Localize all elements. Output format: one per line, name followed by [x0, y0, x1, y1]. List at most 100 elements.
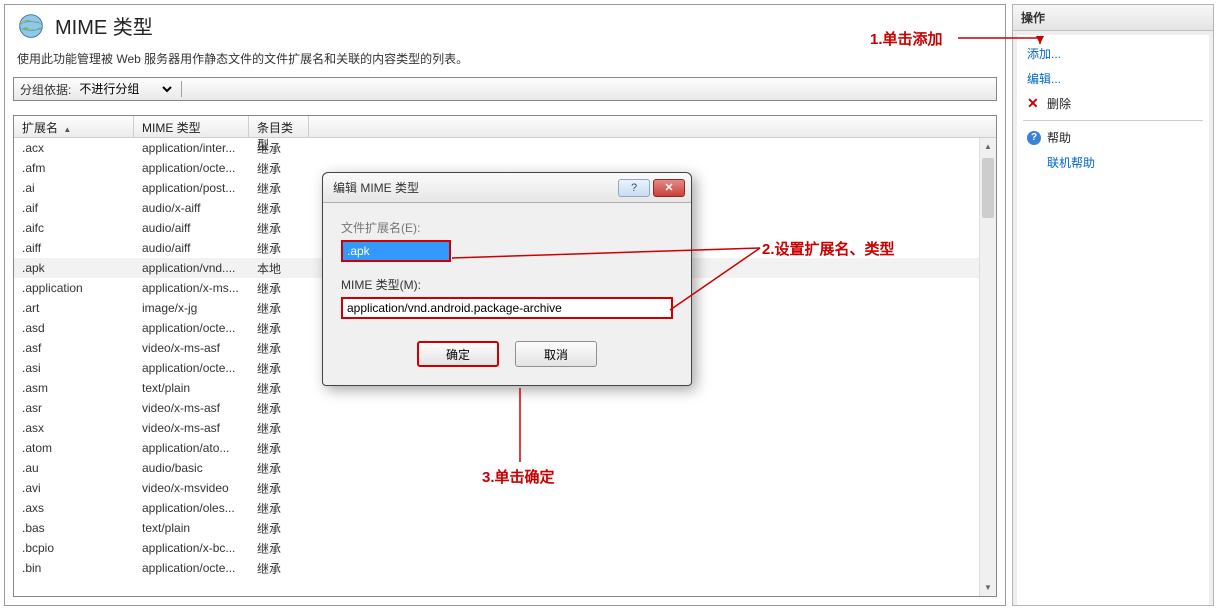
column-extension[interactable]: 扩展名 ▲ [14, 116, 134, 137]
page-description: 使用此功能管理被 Web 服务器用作静态文件的文件扩展名和关联的内容类型的列表。 [5, 46, 1005, 77]
cell-ext: .afm [14, 159, 134, 177]
cell-ext: .application [14, 279, 134, 297]
column-type[interactable]: 条目类型 [249, 116, 309, 137]
column-mime[interactable]: MIME 类型 [134, 116, 249, 137]
cell-ext: .axs [14, 499, 134, 517]
action-online-help-label: 联机帮助 [1047, 154, 1095, 171]
globe-icon [17, 12, 45, 40]
table-row[interactable]: .asrvideo/x-ms-asf继承 [14, 398, 996, 418]
cell-mime: audio/aiff [134, 219, 249, 237]
scroll-up-button[interactable]: ▲ [980, 138, 996, 155]
scroll-down-button[interactable]: ▼ [980, 579, 996, 596]
table-row[interactable]: .atomapplication/ato...继承 [14, 438, 996, 458]
cell-type: 继承 [249, 438, 309, 459]
cell-mime: application/vnd.... [134, 259, 249, 277]
action-online-help[interactable]: 联机帮助 [1023, 150, 1203, 175]
cell-ext: .aifc [14, 219, 134, 237]
actions-title: 操作 [1013, 5, 1213, 31]
cell-type: 继承 [249, 518, 309, 539]
dialog-help-button[interactable]: ? [618, 179, 650, 197]
cell-mime: video/x-ms-asf [134, 419, 249, 437]
help-icon: ? [1027, 131, 1041, 145]
ext-field-input[interactable] [341, 240, 451, 262]
action-delete[interactable]: ✕ 删除 [1023, 91, 1203, 116]
cell-type: 继承 [249, 338, 309, 359]
cell-mime: application/oles... [134, 499, 249, 517]
page-header: MIME 类型 [5, 5, 1005, 46]
dialog-titlebar[interactable]: 编辑 MIME 类型 ? ✕ [323, 173, 691, 203]
cell-type: 继承 [249, 238, 309, 259]
table-row[interactable]: .acxapplication/inter...继承 [14, 138, 996, 158]
action-edit-label: 编辑... [1027, 70, 1061, 87]
cell-ext: .art [14, 299, 134, 317]
cell-ext: .asf [14, 339, 134, 357]
cell-type: 继承 [249, 498, 309, 519]
cell-ext: .avi [14, 479, 134, 497]
table-row[interactable]: .avivideo/x-msvideo继承 [14, 478, 996, 498]
grid-header: 扩展名 ▲ MIME 类型 条目类型 [14, 116, 996, 138]
ok-button[interactable]: 确定 [417, 341, 499, 367]
delete-x-icon: ✕ [1027, 95, 1041, 112]
table-row[interactable]: .bcpioapplication/x-bc...继承 [14, 538, 996, 558]
cell-type: 继承 [249, 138, 309, 159]
mime-field-label: MIME 类型(M): [341, 276, 673, 293]
grouping-select[interactable]: 不进行分组 [75, 81, 175, 97]
cell-ext: .asm [14, 379, 134, 397]
grouping-bar: 分组依据: 不进行分组 [13, 77, 997, 101]
ext-field-label: 文件扩展名(E): [341, 219, 673, 236]
cell-ext: .asr [14, 399, 134, 417]
scroll-thumb[interactable] [982, 158, 994, 218]
cell-type: 本地 [249, 258, 309, 279]
action-edit[interactable]: 编辑... [1023, 66, 1203, 91]
cell-mime: application/ato... [134, 439, 249, 457]
cell-ext: .atom [14, 439, 134, 457]
table-row[interactable]: .asxvideo/x-ms-asf继承 [14, 418, 996, 438]
page-title: MIME 类型 [55, 11, 153, 40]
cell-ext: .aiff [14, 239, 134, 257]
table-row[interactable]: .axsapplication/oles...继承 [14, 498, 996, 518]
sort-asc-icon: ▲ [63, 125, 71, 134]
cell-type: 继承 [249, 458, 309, 479]
separator [181, 81, 182, 97]
table-row[interactable]: .bastext/plain继承 [14, 518, 996, 538]
actions-body: 添加... 编辑... ✕ 删除 ? 帮助 联机帮助 [1017, 35, 1209, 605]
cell-type: 继承 [249, 538, 309, 559]
cell-mime: video/x-ms-asf [134, 339, 249, 357]
cell-mime: application/x-ms... [134, 279, 249, 297]
vertical-scrollbar[interactable]: ▲ ▼ [979, 138, 996, 596]
action-help[interactable]: ? 帮助 [1023, 125, 1203, 150]
cell-ext: .bas [14, 519, 134, 537]
cell-type: 继承 [249, 378, 309, 399]
cancel-button[interactable]: 取消 [515, 341, 597, 367]
cell-mime: video/x-msvideo [134, 479, 249, 497]
dialog-title: 编辑 MIME 类型 [333, 179, 615, 196]
cell-mime: text/plain [134, 519, 249, 537]
cell-type: 继承 [249, 218, 309, 239]
action-delete-label: 删除 [1047, 95, 1071, 112]
dialog-buttons: 确定 取消 [341, 341, 673, 367]
table-row[interactable]: .auaudio/basic继承 [14, 458, 996, 478]
cell-type: 继承 [249, 558, 309, 579]
cell-ext: .acx [14, 139, 134, 157]
action-add[interactable]: 添加... [1023, 41, 1203, 66]
grouping-label: 分组依据: [20, 81, 71, 98]
cell-type: 继承 [249, 478, 309, 499]
cell-mime: application/octe... [134, 319, 249, 337]
cell-mime: application/x-bc... [134, 539, 249, 557]
cell-type: 继承 [249, 318, 309, 339]
cell-mime: image/x-jg [134, 299, 249, 317]
dialog-close-button[interactable]: ✕ [653, 179, 685, 197]
edit-mime-dialog: 编辑 MIME 类型 ? ✕ 文件扩展名(E): MIME 类型(M): 确定 … [322, 172, 692, 386]
table-row[interactable]: .binapplication/octe...继承 [14, 558, 996, 578]
cell-type: 继承 [249, 298, 309, 319]
cell-mime: audio/basic [134, 459, 249, 477]
mime-field-input[interactable] [341, 297, 673, 319]
dialog-body: 文件扩展名(E): MIME 类型(M): 确定 取消 [323, 203, 691, 385]
cell-mime: application/inter... [134, 139, 249, 157]
cell-ext: .bin [14, 559, 134, 577]
cell-type: 继承 [249, 158, 309, 179]
cell-mime: application/octe... [134, 159, 249, 177]
cell-ext: .asd [14, 319, 134, 337]
cell-mime: application/octe... [134, 559, 249, 577]
cell-type: 继承 [249, 398, 309, 419]
